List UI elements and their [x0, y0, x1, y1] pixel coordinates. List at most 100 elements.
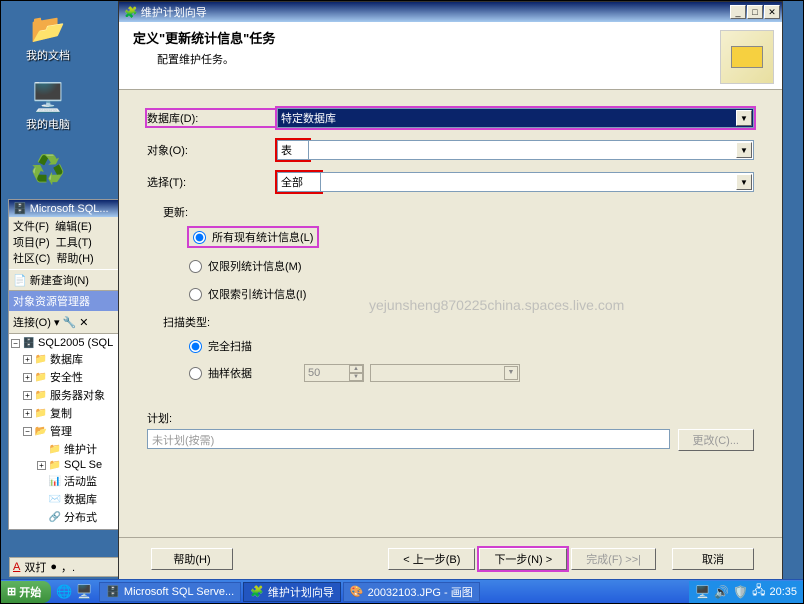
- chevron-down-icon: ▼: [504, 366, 518, 380]
- expand-icon[interactable]: +: [23, 409, 32, 418]
- tree-leaf[interactable]: 活动监: [64, 473, 97, 489]
- plan-label: 计划:: [147, 410, 754, 426]
- menu-file[interactable]: 文件(F): [13, 221, 49, 233]
- tree-node-mgmt[interactable]: 管理: [50, 423, 72, 439]
- taskbar-btn-wizard[interactable]: 🧩维护计划向导: [243, 582, 341, 602]
- plan-input[interactable]: 未计划(按需): [147, 429, 670, 449]
- tray-icon[interactable]: 🔊: [714, 585, 729, 599]
- object-select[interactable]: 表: [277, 140, 309, 160]
- tree-node[interactable]: 服务器对象: [50, 387, 105, 403]
- icon-label: 我的文档: [13, 47, 83, 63]
- maintenance-wizard-dialog: 🧩维护计划向导 _ □ ✕ 定义"更新统计信息"任务 配置维护任务。 数据库(D…: [118, 1, 783, 581]
- menu-tools[interactable]: 工具(T): [56, 237, 92, 249]
- menu-community[interactable]: 社区(C): [13, 253, 50, 265]
- wizard-footer: 帮助(H) < 上一步(B) 下一步(N) > 完成(F) >>| 取消: [119, 537, 782, 570]
- expand-icon[interactable]: +: [37, 461, 46, 470]
- radio-sample[interactable]: [189, 367, 202, 380]
- radio-idx-only[interactable]: [189, 288, 202, 301]
- folder-icon: 📁: [48, 460, 62, 471]
- ql-ie-icon[interactable]: 🌐: [55, 583, 73, 601]
- object-label: 对象(O):: [147, 142, 277, 158]
- wizard-icon: 🧩: [124, 6, 138, 19]
- taskbar-btn-paint[interactable]: 🎨 20032103.JPG - 画图: [343, 582, 480, 602]
- tree-leaf[interactable]: 维护计: [64, 441, 97, 457]
- selection-select[interactable]: 全部: [277, 172, 321, 192]
- object-select-ext[interactable]: ▼: [308, 140, 754, 160]
- tree-leaf[interactable]: 数据库: [64, 491, 97, 507]
- ime-mode[interactable]: 双打: [24, 559, 46, 575]
- radio-col-only[interactable]: [189, 260, 202, 273]
- tree-root[interactable]: SQL2005 (SQL: [38, 337, 113, 349]
- database-select[interactable]: 特定数据库 ▼: [277, 108, 754, 128]
- sample-value: 50: [308, 367, 320, 379]
- tray-icon[interactable]: 🖥️: [695, 585, 710, 599]
- server-icon: 🗄️: [22, 338, 36, 349]
- next-button[interactable]: 下一步(N) >: [479, 548, 567, 570]
- start-button[interactable]: ⊞ 开始: [1, 581, 51, 603]
- radio-col-only-label: 仅限列统计信息(M): [208, 258, 302, 274]
- sample-unit-select[interactable]: ▼: [370, 364, 520, 382]
- wizard-header: 定义"更新统计信息"任务 配置维护任务。: [119, 22, 782, 90]
- radio-idx-only-label: 仅限索引统计信息(I): [208, 286, 306, 302]
- folder-icon: 📁: [34, 390, 48, 401]
- selection-select-ext[interactable]: ▼: [320, 172, 754, 192]
- help-button[interactable]: 帮助(H): [151, 548, 233, 570]
- chevron-down-icon: ▼: [736, 110, 752, 126]
- new-query-icon: 📄: [13, 274, 27, 287]
- taskbar-btn-sqlstudio[interactable]: 🗄️Microsoft SQL Serve...: [99, 582, 241, 602]
- ime-dot[interactable]: ●: [50, 561, 57, 573]
- back-button[interactable]: < 上一步(B): [388, 548, 475, 570]
- tree-node[interactable]: 数据库: [50, 351, 83, 367]
- minimize-button[interactable]: _: [730, 5, 746, 19]
- menu-edit[interactable]: 编辑(E): [55, 221, 92, 233]
- ql-desktop-icon[interactable]: 🖥️: [75, 583, 93, 601]
- tree-leaf[interactable]: SQL Se: [64, 459, 102, 471]
- expand-icon[interactable]: +: [23, 355, 32, 364]
- clock[interactable]: 20:35: [769, 586, 797, 598]
- cancel-button[interactable]: 取消: [672, 548, 754, 570]
- sql-title-text: Microsoft SQL...: [30, 203, 109, 215]
- wizard-titlebar[interactable]: 🧩维护计划向导 _ □ ✕: [119, 2, 782, 22]
- radio-all-stats[interactable]: [193, 231, 206, 244]
- spin-up-icon[interactable]: ▲: [349, 365, 363, 373]
- collapse-icon[interactable]: −: [23, 427, 32, 436]
- spin-down-icon[interactable]: ▼: [349, 373, 363, 381]
- expand-icon[interactable]: +: [23, 391, 32, 400]
- maximize-button[interactable]: □: [747, 5, 763, 19]
- taskbar-label: 20032103.JPG - 画图: [368, 584, 473, 600]
- sample-spinner[interactable]: 50 ▲▼: [304, 364, 364, 382]
- wizard-header-image: [720, 30, 774, 84]
- dist-icon: 🔗: [48, 512, 62, 523]
- ime-a[interactable]: A: [13, 561, 20, 573]
- tree-leaf[interactable]: 分布式: [64, 509, 97, 525]
- folder-icon: 📂: [34, 426, 48, 437]
- system-tray[interactable]: 🖥️ 🔊 🛡️ 🖧 20:35: [689, 581, 803, 603]
- change-button[interactable]: 更改(C)...: [678, 429, 754, 451]
- radio-full-scan[interactable]: [189, 340, 202, 353]
- desktop-icon-recycle[interactable]: ♻️: [13, 153, 83, 188]
- database-label: 数据库(D):: [147, 110, 277, 126]
- menu-help[interactable]: 帮助(H): [56, 253, 93, 265]
- menu-project[interactable]: 项目(P): [13, 237, 50, 249]
- connect-label: 连接(O) ▾: [13, 317, 59, 329]
- tray-icon[interactable]: 🖧: [752, 581, 765, 602]
- desktop-icon-documents[interactable]: 📂 我的文档: [13, 12, 83, 63]
- new-query-button[interactable]: 新建查询(N): [30, 272, 89, 288]
- tree-node[interactable]: 安全性: [50, 369, 83, 385]
- update-label: 更新:: [163, 204, 754, 220]
- database-value: 特定数据库: [281, 110, 336, 126]
- collapse-icon[interactable]: −: [11, 339, 20, 348]
- object-value: 表: [281, 142, 292, 158]
- tree-node[interactable]: 复制: [50, 405, 72, 421]
- start-label: 开始: [19, 584, 41, 600]
- expand-icon[interactable]: +: [23, 373, 32, 382]
- app-icon: 🗄️: [13, 202, 27, 215]
- tray-icon[interactable]: 🛡️: [733, 585, 748, 599]
- finish-button[interactable]: 完成(F) >>|: [571, 548, 656, 570]
- scan-type-label: 扫描类型:: [163, 314, 754, 330]
- folder-icon: 📁: [48, 444, 62, 455]
- desktop-icon-computer[interactable]: 🖥️ 我的电脑: [13, 81, 83, 132]
- close-button[interactable]: ✕: [764, 5, 780, 19]
- app-icon: 🎨: [350, 585, 364, 598]
- ime-more[interactable]: ，.: [61, 559, 75, 575]
